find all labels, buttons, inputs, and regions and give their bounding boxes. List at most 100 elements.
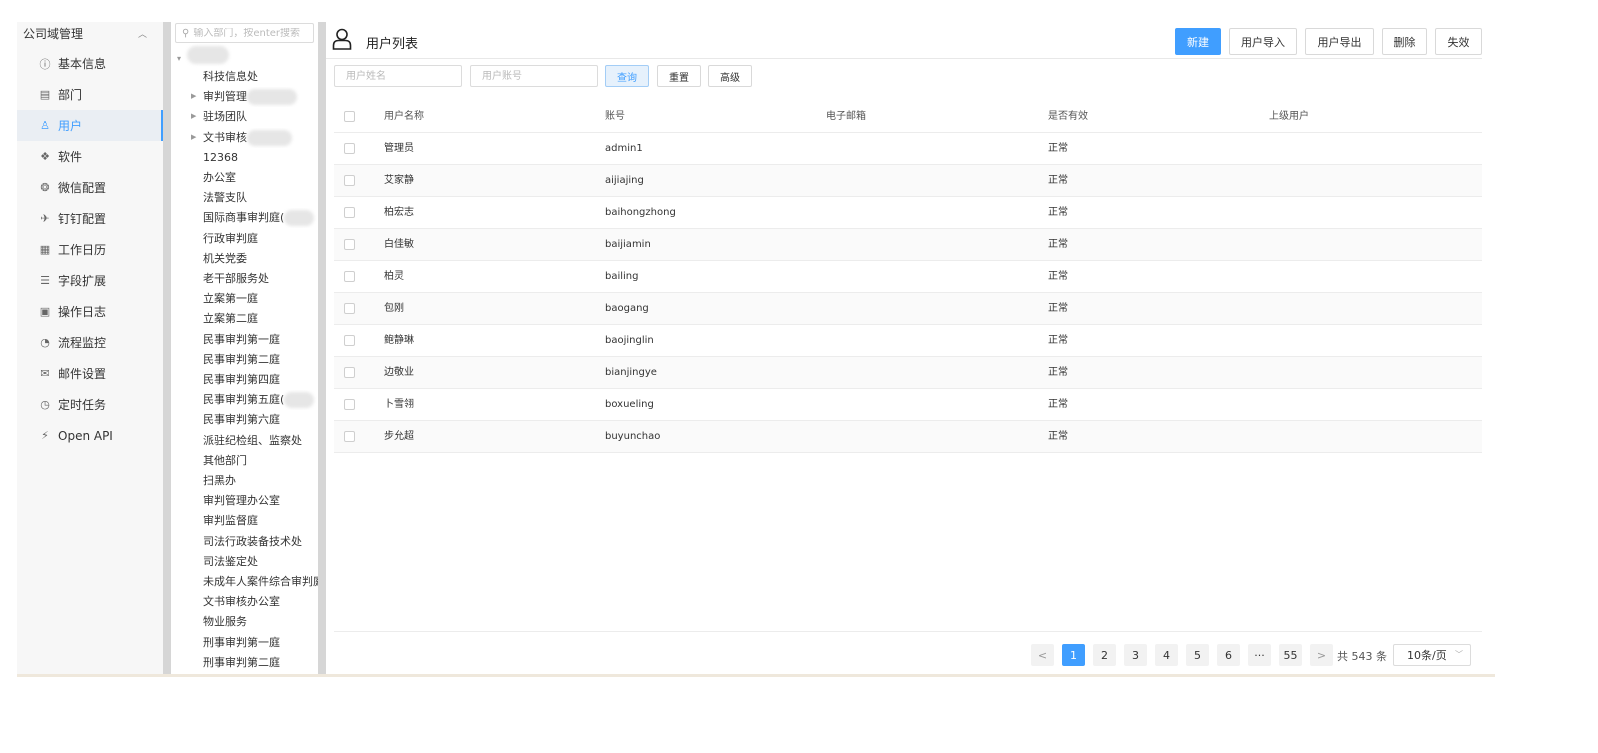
caret-right-icon[interactable]: ▶ — [191, 112, 196, 120]
tree-node[interactable]: 民事审判第二庭 — [203, 350, 318, 370]
tree-root-node[interactable]: ▾ — [177, 46, 230, 64]
nav-item-0[interactable]: ⓘ 基本信息 — [17, 48, 163, 79]
tree-node[interactable]: 审判管理办公室 — [203, 491, 318, 511]
tree-node[interactable]: 民事审判第一庭 — [203, 330, 318, 350]
row-checkbox[interactable] — [344, 175, 355, 186]
row-checkbox[interactable] — [344, 431, 355, 442]
nav-item-1[interactable]: ▤ 部门 — [17, 79, 163, 110]
row-checkbox[interactable] — [344, 207, 355, 218]
nav-item-3[interactable]: ❖ 软件 — [17, 141, 163, 172]
advanced-filter-button[interactable]: 高级 — [708, 65, 752, 87]
tree-node[interactable]: 司法行政装备技术处 — [203, 532, 318, 552]
page-button-55[interactable]: 55 — [1279, 644, 1302, 666]
tree-node[interactable]: 行政审判庭 — [203, 229, 318, 249]
tree-node[interactable]: 民事审判第五庭( — [203, 390, 318, 410]
row-checkbox[interactable] — [344, 143, 355, 154]
nav-item-2[interactable]: ♙ 用户 — [17, 110, 163, 141]
row-checkbox[interactable] — [344, 367, 355, 378]
page-button-3[interactable]: 3 — [1124, 644, 1147, 666]
nav-item-7[interactable]: ☰ 字段扩展 — [17, 265, 163, 296]
bottom-scrollbar[interactable] — [17, 674, 1495, 677]
new-user-button[interactable]: 新建 — [1175, 28, 1221, 55]
page-button-2[interactable]: 2 — [1093, 644, 1116, 666]
panel-splitter-right[interactable] — [318, 22, 326, 674]
row-checkbox[interactable] — [344, 399, 355, 410]
tree-node[interactable]: 立案第一庭 — [203, 289, 318, 309]
tree-node[interactable]: 法警支队 — [203, 188, 318, 208]
column-header-email[interactable]: 电子邮箱 — [826, 101, 866, 132]
select-all-checkbox[interactable] — [344, 111, 355, 122]
table-row[interactable]: 白佳敏 baijiamin 正常 — [334, 229, 1482, 261]
tree-node[interactable]: 机关党委 — [203, 249, 318, 269]
table-row[interactable]: 步允超 buyunchao 正常 — [334, 421, 1482, 453]
tree-node[interactable]: 未成年人案件综合审判庭 — [203, 572, 318, 592]
account-filter-input[interactable] — [470, 65, 598, 87]
page-size-select[interactable]: 10条/页 ﹀ — [1393, 644, 1471, 666]
next-page-button[interactable]: > — [1310, 644, 1333, 666]
tree-node[interactable]: 民事审判第四庭 — [203, 370, 318, 390]
tree-node[interactable]: 12368 — [203, 148, 318, 168]
tree-node[interactable]: 其他部门 — [203, 451, 318, 471]
nav-item-4[interactable]: ❂ 微信配置 — [17, 172, 163, 203]
page-button-1[interactable]: 1 — [1062, 644, 1085, 666]
nav-item-11[interactable]: ◷ 定时任务 — [17, 389, 163, 420]
table-row[interactable]: 艾家静 aijiajing 正常 — [334, 165, 1482, 197]
delete-button[interactable]: 删除 — [1382, 28, 1427, 55]
prev-page-button[interactable]: < — [1031, 644, 1054, 666]
nav-item-6[interactable]: ▦ 工作日历 — [17, 234, 163, 265]
caret-right-icon[interactable]: ▶ — [191, 133, 196, 141]
column-header-account[interactable]: 账号 — [605, 101, 625, 132]
page-ellipsis[interactable]: ··· — [1248, 644, 1271, 666]
page-button-4[interactable]: 4 — [1155, 644, 1178, 666]
table-row[interactable]: 包刚 baogang 正常 — [334, 293, 1482, 325]
row-checkbox[interactable] — [344, 335, 355, 346]
reset-button[interactable]: 重置 — [657, 65, 701, 87]
tree-node[interactable]: 文书审核办公室 — [203, 592, 318, 612]
tree-node[interactable]: 刑事审判第二庭 — [203, 653, 318, 673]
disable-button[interactable]: 失效 — [1435, 28, 1482, 55]
panel-splitter-left[interactable] — [163, 22, 171, 674]
tree-node[interactable]: 审判监督庭 — [203, 511, 318, 531]
import-users-button[interactable]: 用户导入 — [1229, 28, 1297, 55]
row-checkbox[interactable] — [344, 271, 355, 282]
table-row[interactable]: 卜雪翎 boxueling 正常 — [334, 389, 1482, 421]
tree-search-box[interactable]: ⚲ — [175, 23, 314, 43]
tree-node[interactable]: 民事审判第六庭 — [203, 410, 318, 430]
nav-group-header[interactable]: 公司域管理 ︿ — [17, 22, 163, 44]
nav-item-5[interactable]: ✈ 钉钉配置 — [17, 203, 163, 234]
export-users-button[interactable]: 用户导出 — [1305, 28, 1374, 55]
row-checkbox[interactable] — [344, 239, 355, 250]
nav-item-10[interactable]: ✉ 邮件设置 — [17, 358, 163, 389]
tree-node[interactable]: 审判管理 — [203, 87, 318, 107]
tree-node[interactable]: 老干部服务处 — [203, 269, 318, 289]
nav-item-8[interactable]: ▣ 操作日志 — [17, 296, 163, 327]
tree-node[interactable]: 司法鉴定处 — [203, 552, 318, 572]
table-row[interactable]: 边敬业 bianjingye 正常 — [334, 357, 1482, 389]
tree-node[interactable]: 物业服务 — [203, 612, 318, 632]
caret-right-icon[interactable]: ▶ — [191, 92, 196, 100]
column-header-name[interactable]: 用户名称 — [384, 101, 424, 132]
chevron-up-icon[interactable]: ︿ — [138, 27, 147, 40]
row-checkbox[interactable] — [344, 303, 355, 314]
page-button-6[interactable]: 6 — [1217, 644, 1240, 666]
tree-node[interactable]: 国际商事审判庭( — [203, 208, 318, 228]
tree-node[interactable]: 派驻纪检组、监察处 — [203, 431, 318, 451]
query-button[interactable]: 查询 — [605, 65, 649, 87]
table-row[interactable]: 柏宏志 baihongzhong 正常 — [334, 197, 1482, 229]
page-button-5[interactable]: 5 — [1186, 644, 1209, 666]
table-row[interactable]: 管理员 admin1 正常 — [334, 133, 1482, 165]
table-row[interactable]: 鲍静琳 baojinglin 正常 — [334, 325, 1482, 357]
column-header-status[interactable]: 是否有效 — [1048, 101, 1088, 132]
tree-node[interactable]: 驻场团队 — [203, 107, 318, 127]
nav-item-12[interactable]: ⚡ Open API — [17, 420, 163, 451]
caret-down-icon[interactable]: ▾ — [177, 54, 181, 63]
tree-search-input[interactable] — [193, 27, 309, 39]
tree-node[interactable]: 科技信息处 — [203, 67, 318, 87]
tree-node[interactable]: 办公室 — [203, 168, 318, 188]
tree-node[interactable]: 扫黑办 — [203, 471, 318, 491]
nav-item-9[interactable]: ◔ 流程监控 — [17, 327, 163, 358]
tree-node[interactable]: 文书审核 — [203, 128, 318, 148]
tree-node[interactable]: 刑事审判第一庭 — [203, 633, 318, 653]
tree-node[interactable]: 立案第二庭 — [203, 309, 318, 329]
column-header-superior[interactable]: 上级用户 — [1269, 101, 1309, 132]
